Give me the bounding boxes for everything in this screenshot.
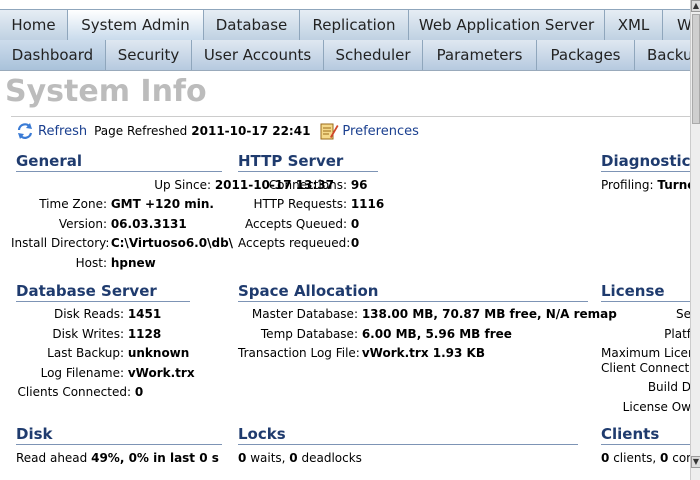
dashboard-panel: Refresh Page Refreshed 2011-10-17 22:41 … — [11, 116, 690, 469]
space-master-database: Master Database: 138.00 MB, 70.87 MB fre… — [251, 307, 617, 321]
tab-w-truncated[interactable]: W — [663, 9, 690, 40]
tab-parameters[interactable]: Parameters — [423, 40, 537, 70]
space-transaction-log: Transaction Log File: vWork.trx 1.93 KB — [238, 346, 485, 360]
preferences-link[interactable]: Preferences — [342, 124, 418, 139]
refresh-button[interactable]: Refresh — [15, 122, 87, 140]
scroll-thumb[interactable] — [692, 14, 700, 124]
section-general-heading: General — [16, 152, 222, 172]
scroll-down-button[interactable]: ▼ — [691, 456, 700, 468]
http-accepts-requeued: Accepts requeued: 0 — [238, 236, 360, 250]
tab-user-accounts[interactable]: User Accounts — [192, 40, 324, 70]
section-diagnostics-heading: Diagnostic — [601, 152, 690, 172]
tab-xml[interactable]: XML — [605, 9, 663, 40]
tab-dashboard[interactable]: Dashboard — [0, 40, 106, 70]
primary-tab-bar: Home System Admin Database Replication W… — [0, 9, 690, 40]
scroll-up-button[interactable]: ▲ — [691, 0, 700, 12]
general-time-zone: Time Zone: GMT +120 min. — [39, 197, 214, 211]
page-refreshed-value: 2011-10-17 22:41 — [191, 124, 311, 138]
tab-packages[interactable]: Packages — [537, 40, 635, 70]
clients-summary: 0 clients, 0 conn — [601, 451, 690, 465]
disk-read-ahead: Read ahead 49%, 0% in last 0 s — [16, 451, 219, 465]
tab-scheduler[interactable]: Scheduler — [324, 40, 423, 70]
locks-summary: 0 waits, 0 deadlocks — [238, 451, 362, 465]
dashboard-toolbar: Refresh Page Refreshed 2011-10-17 22:41 … — [15, 121, 419, 141]
license-row-platform: Platf — [664, 327, 690, 341]
tab-web-application-server[interactable]: Web Application Server — [409, 9, 605, 40]
general-version: Version: 06.03.3131 — [58, 217, 187, 231]
secondary-tab-bar: Dashboard Security User Accounts Schedul… — [0, 40, 690, 71]
tab-system-admin[interactable]: System Admin — [68, 9, 204, 40]
general-host: Host: hpnew — [75, 256, 156, 270]
space-temp-database: Temp Database: 6.00 MB, 5.96 MB free — [260, 327, 512, 341]
tab-backup-truncated[interactable]: Backu — [635, 40, 690, 70]
preferences-button[interactable]: Preferences — [319, 121, 419, 141]
db-clients-connected: Clients Connected: 0 — [17, 385, 144, 399]
license-row-client-connections: Client Connecti — [601, 361, 690, 375]
license-row-license-owner: License Ow — [622, 400, 690, 414]
http-accepts-queued: Accepts Queued: 0 — [244, 217, 360, 231]
refresh-link[interactable]: Refresh — [38, 124, 87, 139]
db-disk-reads: Disk Reads: 1451 — [53, 307, 162, 321]
tab-replication[interactable]: Replication — [300, 9, 409, 40]
section-license-heading: License — [601, 282, 690, 302]
db-disk-writes: Disk Writes: 1128 — [52, 327, 162, 341]
license-row-se: Se — [676, 307, 690, 321]
license-row-build-date: Build D — [647, 380, 690, 394]
section-space-allocation-heading: Space Allocation — [238, 282, 588, 302]
tab-home[interactable]: Home — [0, 9, 68, 40]
section-http-server-heading: HTTP Server — [238, 152, 378, 172]
preferences-icon — [320, 123, 339, 140]
diagnostics-profiling: Profiling: Turne — [601, 178, 690, 192]
db-log-filename: Log Filename: vWork.trx — [40, 366, 195, 380]
refresh-icon — [17, 123, 33, 139]
tab-security[interactable]: Security — [106, 40, 192, 70]
http-requests: HTTP Requests: 1116 — [253, 197, 385, 211]
section-clients-heading: Clients — [601, 425, 690, 445]
page-title: System Info — [5, 74, 207, 109]
page-refreshed-label: Page Refreshed — [94, 124, 188, 138]
db-last-backup: Last Backup: unknown — [47, 346, 190, 360]
section-locks-heading: Locks — [238, 425, 578, 445]
http-connections: Connections: 96 — [268, 178, 368, 192]
vertical-scrollbar[interactable]: ▲ ▼ — [690, 0, 700, 480]
tab-database[interactable]: Database — [204, 9, 300, 40]
general-install-directory: Install Directory: C:\Virtuoso6.0\db\ — [11, 236, 234, 250]
section-database-server-heading: Database Server — [16, 282, 190, 302]
section-disk-heading: Disk — [16, 425, 222, 445]
